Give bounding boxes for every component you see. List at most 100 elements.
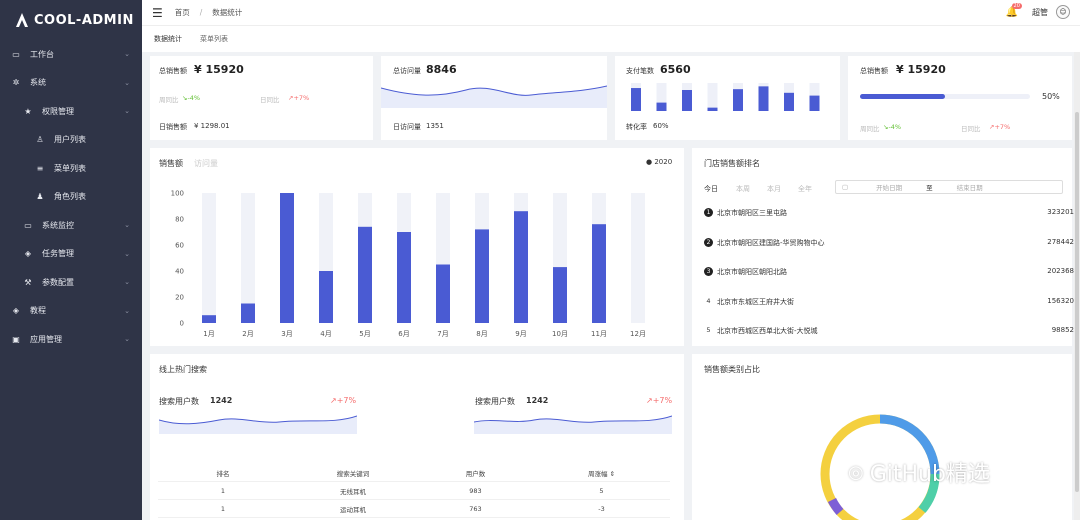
ranking-row[interactable]: 1北京市朝阳区三里屯路323201 bbox=[704, 208, 1074, 218]
payment-bar[interactable] bbox=[657, 103, 667, 111]
tab-sales[interactable]: 销售额 bbox=[159, 158, 183, 169]
scrollbar-thumb[interactable] bbox=[1075, 112, 1079, 492]
date-range-picker[interactable]: ▢ 开始日期 至 结束日期 bbox=[835, 180, 1063, 194]
sidebar-item-2[interactable]: ★权限管理⌄ bbox=[0, 97, 142, 126]
notification-bell-icon[interactable]: 🔔20 bbox=[1006, 7, 1018, 18]
sidebar-item-0[interactable]: ▭工作台⌄ bbox=[0, 40, 142, 69]
table-row[interactable]: 1 运动耳机 763 -3 bbox=[158, 500, 670, 518]
payment-bar[interactable] bbox=[784, 93, 794, 111]
star-icon: ★ bbox=[22, 107, 34, 116]
rank-number: 3 bbox=[704, 267, 713, 276]
app-logo[interactable]: COOL-ADMIN bbox=[0, 0, 142, 40]
sidebar-item-6[interactable]: ▭系统监控⌄ bbox=[0, 211, 142, 240]
sales-progress-text: 50% bbox=[1042, 92, 1060, 101]
ranking-row[interactable]: 5北京市西城区西单北大街-大悦城98852 bbox=[704, 326, 1074, 336]
payments-card: 支付笔数 6560 转化率 60% bbox=[615, 56, 840, 140]
donut-segment-purple[interactable] bbox=[832, 500, 840, 512]
filter-month[interactable]: 本月 bbox=[767, 184, 781, 194]
payment-bar[interactable] bbox=[708, 108, 718, 111]
x-tick-label: 4月 bbox=[320, 330, 331, 338]
sales-progress-fill bbox=[860, 94, 945, 99]
watermark: ◎ GitHub精选 bbox=[848, 456, 990, 488]
date-end[interactable]: 结束日期 bbox=[957, 182, 983, 192]
week-compare-label-2: 周同比 bbox=[860, 123, 880, 133]
app-title: COOL-ADMIN bbox=[34, 13, 134, 28]
notification-badge: 20 bbox=[1012, 3, 1022, 9]
list-icon: ≡ bbox=[34, 164, 46, 173]
cell-growth: -3 bbox=[533, 505, 670, 513]
store-name: 北京市东城区王府井大街 bbox=[717, 297, 794, 307]
col-weekly-growth[interactable]: 周涨幅 ⇕ bbox=[533, 468, 670, 478]
bar-5月[interactable] bbox=[358, 227, 372, 323]
breadcrumb-home[interactable]: 首页 bbox=[175, 8, 190, 17]
menu-toggle-icon[interactable]: ☰ bbox=[152, 6, 163, 20]
table-row[interactable]: 1 无线耳机 983 5 bbox=[158, 482, 670, 500]
bar-10月[interactable] bbox=[553, 267, 567, 323]
user-icon: ♙ bbox=[34, 135, 46, 144]
tab-visits[interactable]: 访问量 bbox=[194, 158, 218, 169]
sidebar-item-5[interactable]: ♟角色列表 bbox=[0, 183, 142, 212]
topbar: ☰ 首页/数据统计 🔔20 超管 ☺ bbox=[142, 0, 1080, 26]
cell-users: 763 bbox=[418, 505, 533, 513]
store-name: 北京市朝阳区三里屯路 bbox=[717, 208, 787, 218]
payment-bar[interactable] bbox=[631, 88, 641, 111]
sidebar-item-4[interactable]: ≡菜单列表 bbox=[0, 154, 142, 183]
bar-11月[interactable] bbox=[592, 224, 606, 323]
ranking-row[interactable]: 2北京市朝阳区建国路-华贸购物中心278442 bbox=[704, 238, 1074, 248]
visits-sparkline bbox=[381, 78, 607, 108]
payment-bar[interactable] bbox=[759, 86, 769, 111]
filter-week[interactable]: 本周 bbox=[736, 184, 750, 194]
sidebar-item-8[interactable]: ⚒参数配置⌄ bbox=[0, 268, 142, 297]
x-tick-label: 12月 bbox=[630, 330, 646, 338]
sidebar-item-9[interactable]: ◈教程⌄ bbox=[0, 297, 142, 326]
cell-rank: 1 bbox=[158, 505, 288, 513]
tab-dashboard[interactable]: 数据统计 bbox=[150, 31, 186, 47]
search-users-change-2: ↗+7% bbox=[646, 396, 672, 405]
x-tick-label: 8月 bbox=[476, 330, 487, 338]
store-sales: 323201 bbox=[1047, 208, 1074, 218]
avatar[interactable]: ☺ bbox=[1056, 5, 1070, 19]
sales-progress-track bbox=[860, 94, 1030, 99]
y-tick-label: 100 bbox=[171, 190, 184, 198]
payment-bar[interactable] bbox=[810, 96, 820, 111]
category-chart-title: 销售额类别占比 bbox=[704, 364, 760, 375]
sort-icon[interactable]: ⇕ bbox=[610, 470, 615, 478]
ranking-row[interactable]: 3北京市朝阳区朝阳北路202368 bbox=[704, 267, 1074, 277]
date-start[interactable]: 开始日期 bbox=[876, 182, 902, 192]
monitor-icon: ▭ bbox=[10, 50, 22, 59]
tab-menu-list[interactable]: 菜单列表 bbox=[196, 31, 232, 47]
chevron-down-icon: ⌄ bbox=[124, 79, 130, 87]
sidebar-item-3[interactable]: ♙用户列表 bbox=[0, 126, 142, 155]
conversion-value: 60% bbox=[653, 122, 669, 130]
payment-bar[interactable] bbox=[733, 89, 743, 111]
sidebar-item-7[interactable]: ◈任务管理⌄ bbox=[0, 240, 142, 269]
table-header: 排名 搜索关键词 用户数 周涨幅 ⇕ bbox=[158, 464, 670, 482]
cell-users: 983 bbox=[418, 487, 533, 495]
user-name[interactable]: 超管 bbox=[1032, 7, 1048, 18]
filter-today[interactable]: 今日 bbox=[704, 184, 718, 194]
bar-4月[interactable] bbox=[319, 271, 333, 323]
sales-category-card: 销售额类别占比 bbox=[692, 354, 1072, 520]
bar-3月[interactable] bbox=[280, 193, 294, 323]
bar-2月[interactable] bbox=[241, 304, 255, 324]
search-users-value-1: 1242 bbox=[210, 396, 232, 405]
search-users-change-1: ↗+7% bbox=[330, 396, 356, 405]
chevron-down-icon: ⌄ bbox=[124, 250, 130, 258]
filter-year[interactable]: 全年 bbox=[798, 184, 812, 194]
chevron-down-icon: ⌄ bbox=[124, 221, 130, 229]
page-scrollbar[interactable] bbox=[1074, 52, 1080, 520]
bar-8月[interactable] bbox=[475, 229, 489, 323]
bar-7月[interactable] bbox=[436, 265, 450, 324]
ranking-row[interactable]: 4北京市东城区王府井大街156320 bbox=[704, 297, 1074, 307]
visits-label: 总访问量 bbox=[393, 66, 421, 76]
logo-icon bbox=[14, 12, 30, 28]
sales-value: ¥ 15920 bbox=[194, 63, 244, 76]
payment-bar[interactable] bbox=[682, 90, 692, 111]
breadcrumb: 首页/数据统计 bbox=[175, 7, 243, 18]
bar-6月[interactable] bbox=[397, 232, 411, 323]
sidebar-item-10[interactable]: ▣应用管理⌄ bbox=[0, 325, 142, 354]
bar-1月[interactable] bbox=[202, 315, 216, 323]
sidebar-item-1[interactable]: ✲系统⌄ bbox=[0, 69, 142, 98]
bar-9月[interactable] bbox=[514, 211, 528, 323]
calendar-icon: ▢ bbox=[842, 183, 848, 191]
